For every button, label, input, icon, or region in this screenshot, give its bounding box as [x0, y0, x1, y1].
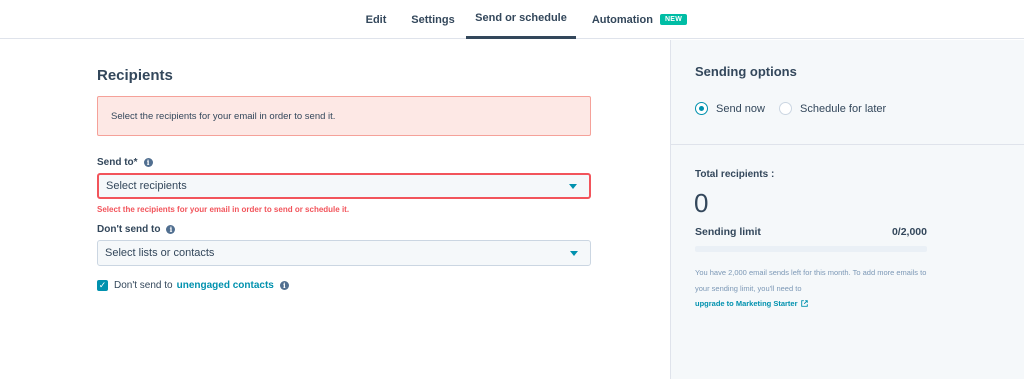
tab-settings-label: Settings: [411, 13, 455, 26]
send-now-label: Send now: [716, 102, 765, 115]
unengaged-checkbox-row: ✓ Don't send to unengaged contacts i: [97, 280, 289, 291]
tab-send-label: Send or schedule: [475, 12, 567, 24]
sending-limit-info: You have 2,000 email sends left for this…: [695, 268, 927, 293]
total-recipients-value: 0: [694, 188, 709, 218]
recipients-title: Recipients: [97, 67, 173, 84]
tab-edit-label: Edit: [365, 13, 387, 26]
schedule-later-option[interactable]: Schedule for later: [779, 102, 886, 115]
divider: [671, 144, 1024, 145]
send-to-label: Send to* i: [97, 157, 153, 168]
sending-limit-row: Sending limit 0/2,000: [695, 226, 927, 238]
alert-text: Select the recipients for your email in …: [111, 110, 336, 122]
dont-send-label-text: Don't send to: [97, 224, 161, 235]
info-icon[interactable]: i: [166, 225, 176, 234]
sending-options-title: Sending options: [695, 64, 797, 79]
tab-edit[interactable]: Edit: [358, 0, 394, 39]
checkbox-text: Don't send to: [114, 280, 173, 291]
info-icon[interactable]: i: [143, 158, 153, 167]
tab-automation-label: Automation: [591, 13, 653, 26]
send-now-radio[interactable]: [695, 102, 708, 115]
tab-settings[interactable]: Settings: [406, 0, 460, 39]
info-icon[interactable]: i: [279, 281, 289, 290]
send-to-placeholder: Select recipients: [106, 180, 187, 192]
sending-limit-progress: [695, 246, 927, 252]
dont-send-label: Don't send to i: [97, 224, 176, 235]
sending-options-panel: Sending options Send now Schedule for la…: [670, 40, 1024, 379]
upgrade-link-text: upgrade to Marketing Starter: [695, 299, 798, 308]
schedule-later-radio[interactable]: [779, 102, 792, 115]
sending-limit-label: Sending limit: [695, 226, 761, 238]
chevron-down-icon: [569, 184, 577, 189]
external-link-icon: [800, 300, 808, 307]
send-to-select[interactable]: Select recipients: [97, 173, 591, 199]
dont-send-select[interactable]: Select lists or contacts: [97, 240, 591, 266]
unengaged-contacts-link[interactable]: unengaged contacts: [177, 280, 274, 291]
top-tab-bar: Edit Settings Send or schedule Automatio…: [0, 0, 1024, 39]
upgrade-link[interactable]: upgrade to Marketing Starter: [695, 299, 808, 308]
total-recipients-label: Total recipients :: [695, 169, 775, 180]
send-to-error: Select the recipients for your email in …: [97, 205, 350, 214]
send-now-option[interactable]: Send now: [695, 102, 765, 115]
tab-send-or-schedule[interactable]: Send or schedule: [466, 0, 576, 39]
dont-send-placeholder: Select lists or contacts: [105, 247, 215, 259]
recipients-alert: Select the recipients for your email in …: [97, 96, 591, 136]
tab-automation[interactable]: Automation NEW: [582, 0, 697, 39]
send-to-label-text: Send to*: [97, 157, 138, 168]
chevron-down-icon: [570, 251, 578, 256]
sending-limit-value: 0/2,000: [891, 226, 927, 238]
recipients-panel: Recipients Select the recipients for you…: [0, 40, 670, 379]
unengaged-checkbox[interactable]: ✓: [97, 280, 108, 291]
schedule-later-label: Schedule for later: [800, 102, 887, 115]
new-badge: NEW: [659, 14, 688, 25]
